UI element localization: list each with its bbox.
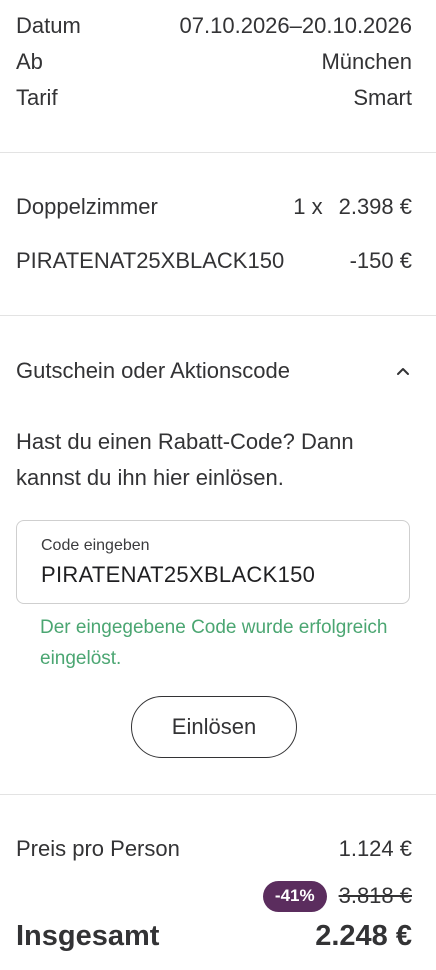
- booking-summary: Datum 07.10.2026–20.10.2026 Ab München T…: [0, 0, 436, 970]
- voucher-code-field[interactable]: Code eingeben: [16, 520, 410, 604]
- line-item-room: Doppelzimmer 1 x 2.398 €: [16, 191, 412, 223]
- line-item-qty: 1 x: [293, 194, 323, 219]
- line-item-amount: 1 x 2.398 €: [293, 191, 412, 223]
- origin-value: München: [321, 49, 412, 74]
- divider: [0, 152, 436, 153]
- discount-badge: -41%: [262, 880, 327, 912]
- total-value: 2.248 €: [315, 920, 412, 952]
- trip-tariff-row: Tarif Smart: [16, 80, 412, 116]
- voucher-code-input[interactable]: [41, 562, 381, 588]
- tariff-label: Tarif: [16, 85, 58, 110]
- trip-origin-row: Ab München: [16, 44, 412, 80]
- line-item-price: 2.398 €: [338, 194, 412, 219]
- date-label: Datum: [16, 13, 81, 38]
- total-row: Insgesamt 2.248 €: [16, 916, 412, 956]
- divider: [0, 794, 436, 795]
- voucher-header-label: Gutschein oder Aktionscode: [16, 358, 290, 383]
- price-per-person-value: 1.124 €: [338, 836, 412, 861]
- origin-label: Ab: [16, 49, 43, 74]
- line-item-label: Doppelzimmer: [16, 194, 158, 219]
- line-item-discount-code: PIRATENAT25XBLACK150 -150 €: [16, 245, 412, 277]
- divider: [0, 315, 436, 316]
- voucher-accordion-toggle[interactable]: Gutschein oder Aktionscode: [16, 354, 412, 388]
- price-per-person-label: Preis pro Person: [16, 836, 180, 861]
- original-price: 3.818 €: [338, 883, 412, 908]
- trip-date-row: Datum 07.10.2026–20.10.2026: [16, 8, 412, 44]
- voucher-success-message: Der eingegebene Code wurde erfolgreich e…: [40, 617, 388, 669]
- chevron-up-icon: [394, 362, 412, 380]
- redeem-button[interactable]: Einlösen: [131, 696, 297, 758]
- tariff-value: Smart: [353, 85, 412, 110]
- voucher-hint: Hast du einen Rabatt-Code? Dann kannst d…: [16, 429, 354, 490]
- total-label: Insgesamt: [16, 920, 160, 952]
- price-per-person-row: Preis pro Person 1.124 €: [16, 833, 412, 865]
- voucher-code-label: Code eingeben: [41, 537, 150, 554]
- date-value: 07.10.2026–20.10.2026: [179, 13, 412, 38]
- discount-row: -41% 3.818 €: [262, 880, 412, 912]
- line-item-label: PIRATENAT25XBLACK150: [16, 248, 285, 273]
- line-item-price: -150 €: [349, 248, 412, 273]
